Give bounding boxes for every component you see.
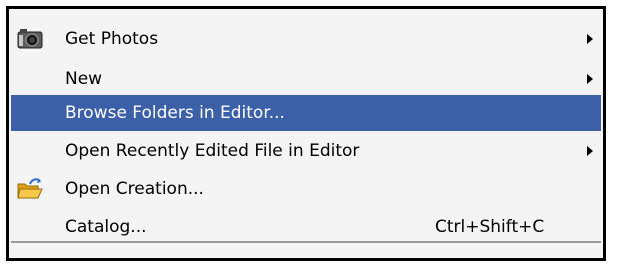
submenu-arrow-icon	[587, 34, 593, 44]
menu-item-open-creation[interactable]: Open Creation...	[9, 171, 603, 207]
camera-icon	[17, 27, 43, 51]
menu-separator	[11, 241, 601, 243]
menu-item-catalog[interactable]: Catalog... Ctrl+Shift+C	[9, 209, 603, 245]
submenu-arrow-icon	[587, 74, 593, 84]
menu-item-label: Browse Folders in Editor...	[65, 103, 285, 123]
menu-item-label: Open Recently Edited File in Editor	[65, 141, 360, 161]
menu-item-label: Open Creation...	[65, 179, 204, 199]
menu-item-label: Catalog...	[65, 217, 147, 237]
menu-item-label: Get Photos	[65, 29, 159, 49]
menu-item-new[interactable]: New	[9, 61, 603, 97]
menu-item-browse-folders-in-editor[interactable]: Browse Folders in Editor...	[11, 95, 601, 131]
menu-item-get-photos[interactable]: Get Photos	[9, 21, 603, 57]
keyboard-shortcut: Ctrl+Shift+C	[435, 217, 545, 237]
submenu-arrow-icon	[587, 146, 593, 156]
context-menu: Get Photos New Browse Folders in Editor.…	[6, 6, 606, 261]
menu-item-label: New	[65, 69, 103, 89]
folder-open-icon	[17, 177, 43, 201]
menu-item-open-recently-edited-file[interactable]: Open Recently Edited File in Editor	[9, 133, 603, 169]
